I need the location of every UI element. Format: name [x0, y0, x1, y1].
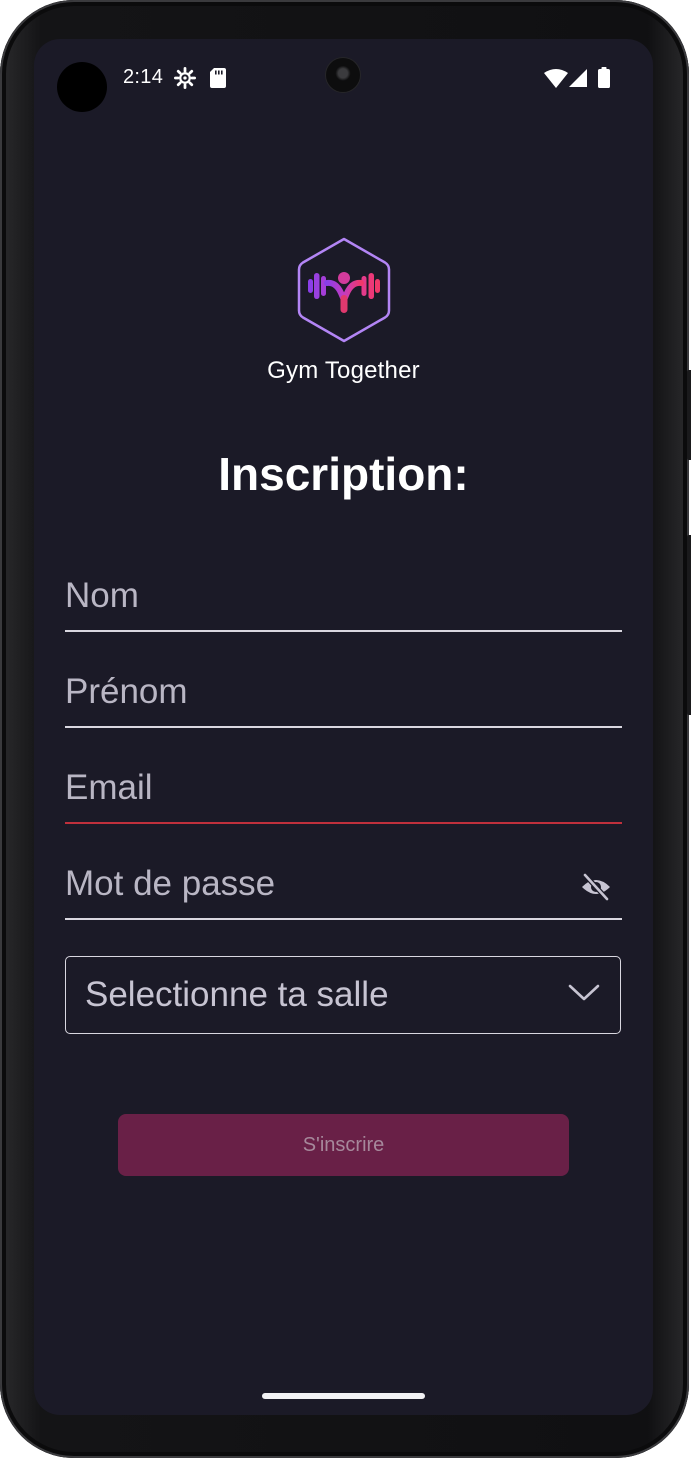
battery-icon	[598, 67, 610, 88]
home-indicator[interactable]	[262, 1393, 425, 1399]
email-input[interactable]	[65, 757, 565, 819]
nom-input[interactable]	[65, 565, 565, 627]
password-input[interactable]	[65, 853, 565, 915]
settings-icon	[174, 67, 196, 89]
nom-underline	[65, 630, 622, 632]
app-name: Gym Together	[267, 357, 420, 384]
password-underline	[65, 918, 622, 920]
app-screen: 2:14 Gym Together Inscription: Nom Préno…	[34, 39, 653, 1415]
volume-button	[687, 535, 691, 715]
register-button[interactable]: S'inscrire	[118, 1114, 569, 1176]
toggle-password-visibility-button[interactable]	[580, 872, 612, 902]
gym-select-dropdown[interactable]: Selectionne ta salle	[65, 956, 621, 1034]
status-bar: 2:14	[34, 39, 653, 115]
power-button	[687, 370, 691, 460]
email-underline-error	[65, 822, 622, 824]
password-field[interactable]	[65, 853, 622, 923]
status-time: 2:14	[123, 66, 164, 88]
camera-cutout	[57, 62, 107, 112]
signal-icon	[569, 69, 587, 87]
page-title: Inscription:	[218, 448, 469, 500]
gym-together-logo-icon	[297, 237, 391, 343]
wifi-icon	[544, 69, 568, 88]
gym-select-placeholder: Selectionne ta salle	[85, 975, 389, 1014]
prenom-input[interactable]	[65, 661, 565, 723]
email-field[interactable]	[65, 757, 622, 827]
nom-field[interactable]	[65, 565, 622, 635]
chevron-down-icon	[568, 984, 600, 1001]
front-camera	[326, 58, 360, 92]
eye-off-icon	[582, 872, 610, 902]
prenom-field[interactable]	[65, 661, 622, 731]
prenom-underline	[65, 726, 622, 728]
app-logo	[294, 235, 394, 345]
device-frame: 2:14 Gym Together Inscription: Nom Préno…	[0, 0, 691, 1458]
sd-card-icon	[210, 68, 226, 88]
